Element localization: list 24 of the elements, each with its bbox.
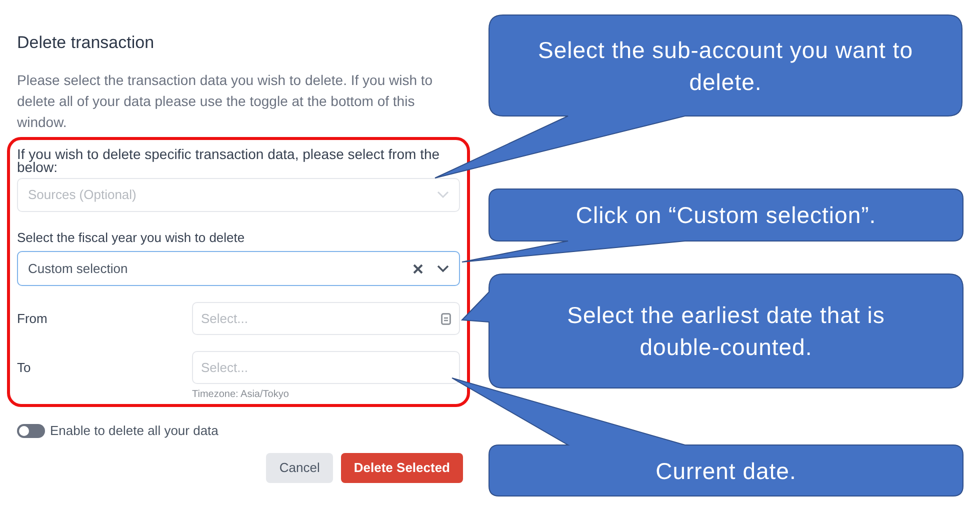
timezone-note: Timezone: Asia/Tokyo <box>192 388 289 402</box>
fiscal-year-label: Select the fiscal year you wish to delete <box>17 228 246 247</box>
date-placeholder: Select... <box>201 310 248 328</box>
clear-icon[interactable] <box>413 264 423 274</box>
callout-text: Select the sub-account you want to delete. <box>537 36 914 96</box>
toggle-label: Enable to delete all your data <box>50 422 218 440</box>
date-label: To <box>17 358 32 377</box>
delete-button[interactable]: Delete Selected <box>340 452 463 482</box>
dialog-description: Please select the transaction data you wish to delete. If you wish to delete all of your data please use the toggle at the bottom of this window. <box>17 70 434 132</box>
sources-placeholder: Sources (Optional) <box>28 186 136 204</box>
date-placeholder: Select... <box>201 358 248 377</box>
fiscal-year-select[interactable]: Custom selection <box>17 251 460 286</box>
sources-label: If you wish to delete specific transaction data, please select from the below: <box>17 148 441 174</box>
chevron-down-icon[interactable] <box>437 264 449 272</box>
chevron-down-icon <box>437 190 449 198</box>
dialog-title: Delete transaction <box>17 32 156 54</box>
callout-text: Select the earliest date that is double-counted. <box>566 301 886 362</box>
toggle-switch[interactable] <box>17 424 45 438</box>
calendar-icon[interactable] <box>441 312 451 324</box>
date-label: From <box>17 310 48 328</box>
cancel-button[interactable]: Cancel <box>266 452 333 482</box>
fiscal-year-value: Custom selection <box>28 260 129 278</box>
callout-text: Click on “Custom selection”. <box>576 201 876 230</box>
callout-text: Current date. <box>656 456 796 486</box>
